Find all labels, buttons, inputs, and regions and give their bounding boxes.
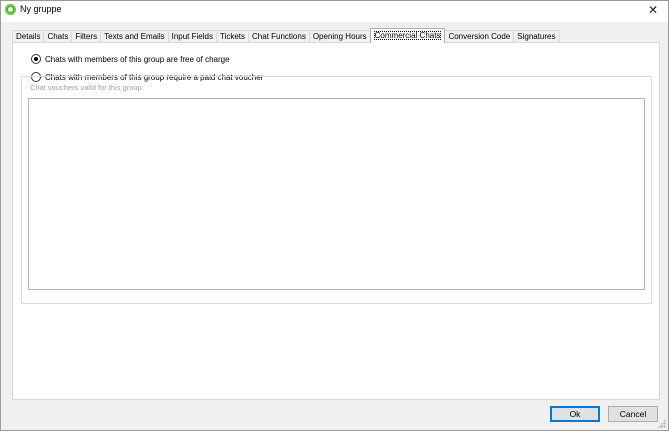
close-icon[interactable]: ✕ [638, 1, 668, 22]
app-logo-icon [5, 4, 16, 15]
vouchers-label: Chat vouchers valid for this group: [30, 83, 144, 92]
vouchers-groupbox: Chat vouchers valid for this group: [21, 76, 652, 304]
commercial-chats-panel: Chats with members of this group are fre… [12, 42, 660, 400]
resize-grip[interactable] [657, 419, 666, 428]
voucher-list[interactable] [28, 98, 645, 290]
window-title: Ny gruppe [20, 4, 62, 14]
ok-button[interactable]: Ok [550, 406, 600, 422]
free-chat-option[interactable]: Chats with members of this group are fre… [31, 54, 230, 64]
free-chat-radio[interactable] [31, 54, 41, 64]
tab-strip: Details Chats Filters Texts and Emails I… [12, 28, 560, 43]
tab-commercial-chats[interactable]: Commercial Chats [369, 28, 446, 43]
free-chat-label: Chats with members of this group are fre… [45, 54, 230, 64]
cancel-button[interactable]: Cancel [608, 406, 658, 422]
title-bar: Ny gruppe ✕ [1, 1, 668, 22]
dialog-window: Ny gruppe ✕ Details Chats Filters Texts … [0, 0, 669, 431]
